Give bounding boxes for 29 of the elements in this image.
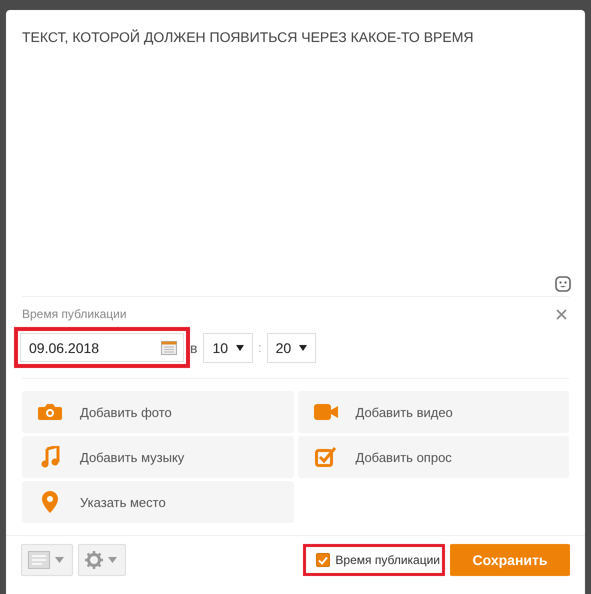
smiley-icon[interactable] <box>555 276 571 292</box>
add-photo-button[interactable]: Добавить фото <box>22 391 294 433</box>
post-text-area[interactable]: ТЕКСТ, КОТОРОЙ ДОЛЖЕН ПОЯВИТЬСЯ ЧЕРЕЗ КАКОЕ-ТО ВРЕМЯ <box>6 10 585 296</box>
caret-icon <box>236 344 244 350</box>
add-poll-button[interactable]: Добавить опрос <box>298 436 569 478</box>
at-label: в <box>190 340 198 356</box>
add-place-button[interactable]: Указать место <box>22 481 294 523</box>
schedule-checkbox[interactable]: Время публикации <box>316 553 440 567</box>
settings-icon <box>85 551 103 569</box>
close-icon[interactable] <box>556 308 567 320</box>
layout-icon <box>28 551 50 569</box>
caret-icon <box>108 557 117 563</box>
post-text: ТЕКСТ, КОТОРОЙ ДОЛЖЕН ПОЯВИТЬСЯ ЧЕРЕЗ КАКОЕ-ТО ВРЕМЯ <box>22 29 474 45</box>
minute-select[interactable]: 20 <box>266 332 316 362</box>
caret-icon <box>299 344 308 350</box>
add-video-button[interactable]: Добавить видео <box>298 391 569 433</box>
video-camera-icon <box>312 404 338 420</box>
date-field[interactable]: 09.06.2018 <box>20 333 184 362</box>
calendar-icon[interactable] <box>161 340 177 354</box>
add-music-button[interactable]: Добавить музыку <box>22 436 294 478</box>
time-separator: : <box>258 340 262 355</box>
schedule-label: Время публикации <box>22 307 127 321</box>
caret-icon <box>55 557 64 563</box>
camera-icon <box>37 403 63 421</box>
checkbox-icon <box>312 447 338 467</box>
settings-dropdown[interactable] <box>78 544 126 576</box>
checkbox[interactable] <box>316 553 330 567</box>
hour-select[interactable]: 10 <box>203 332 254 362</box>
layout-dropdown[interactable] <box>21 544 73 576</box>
